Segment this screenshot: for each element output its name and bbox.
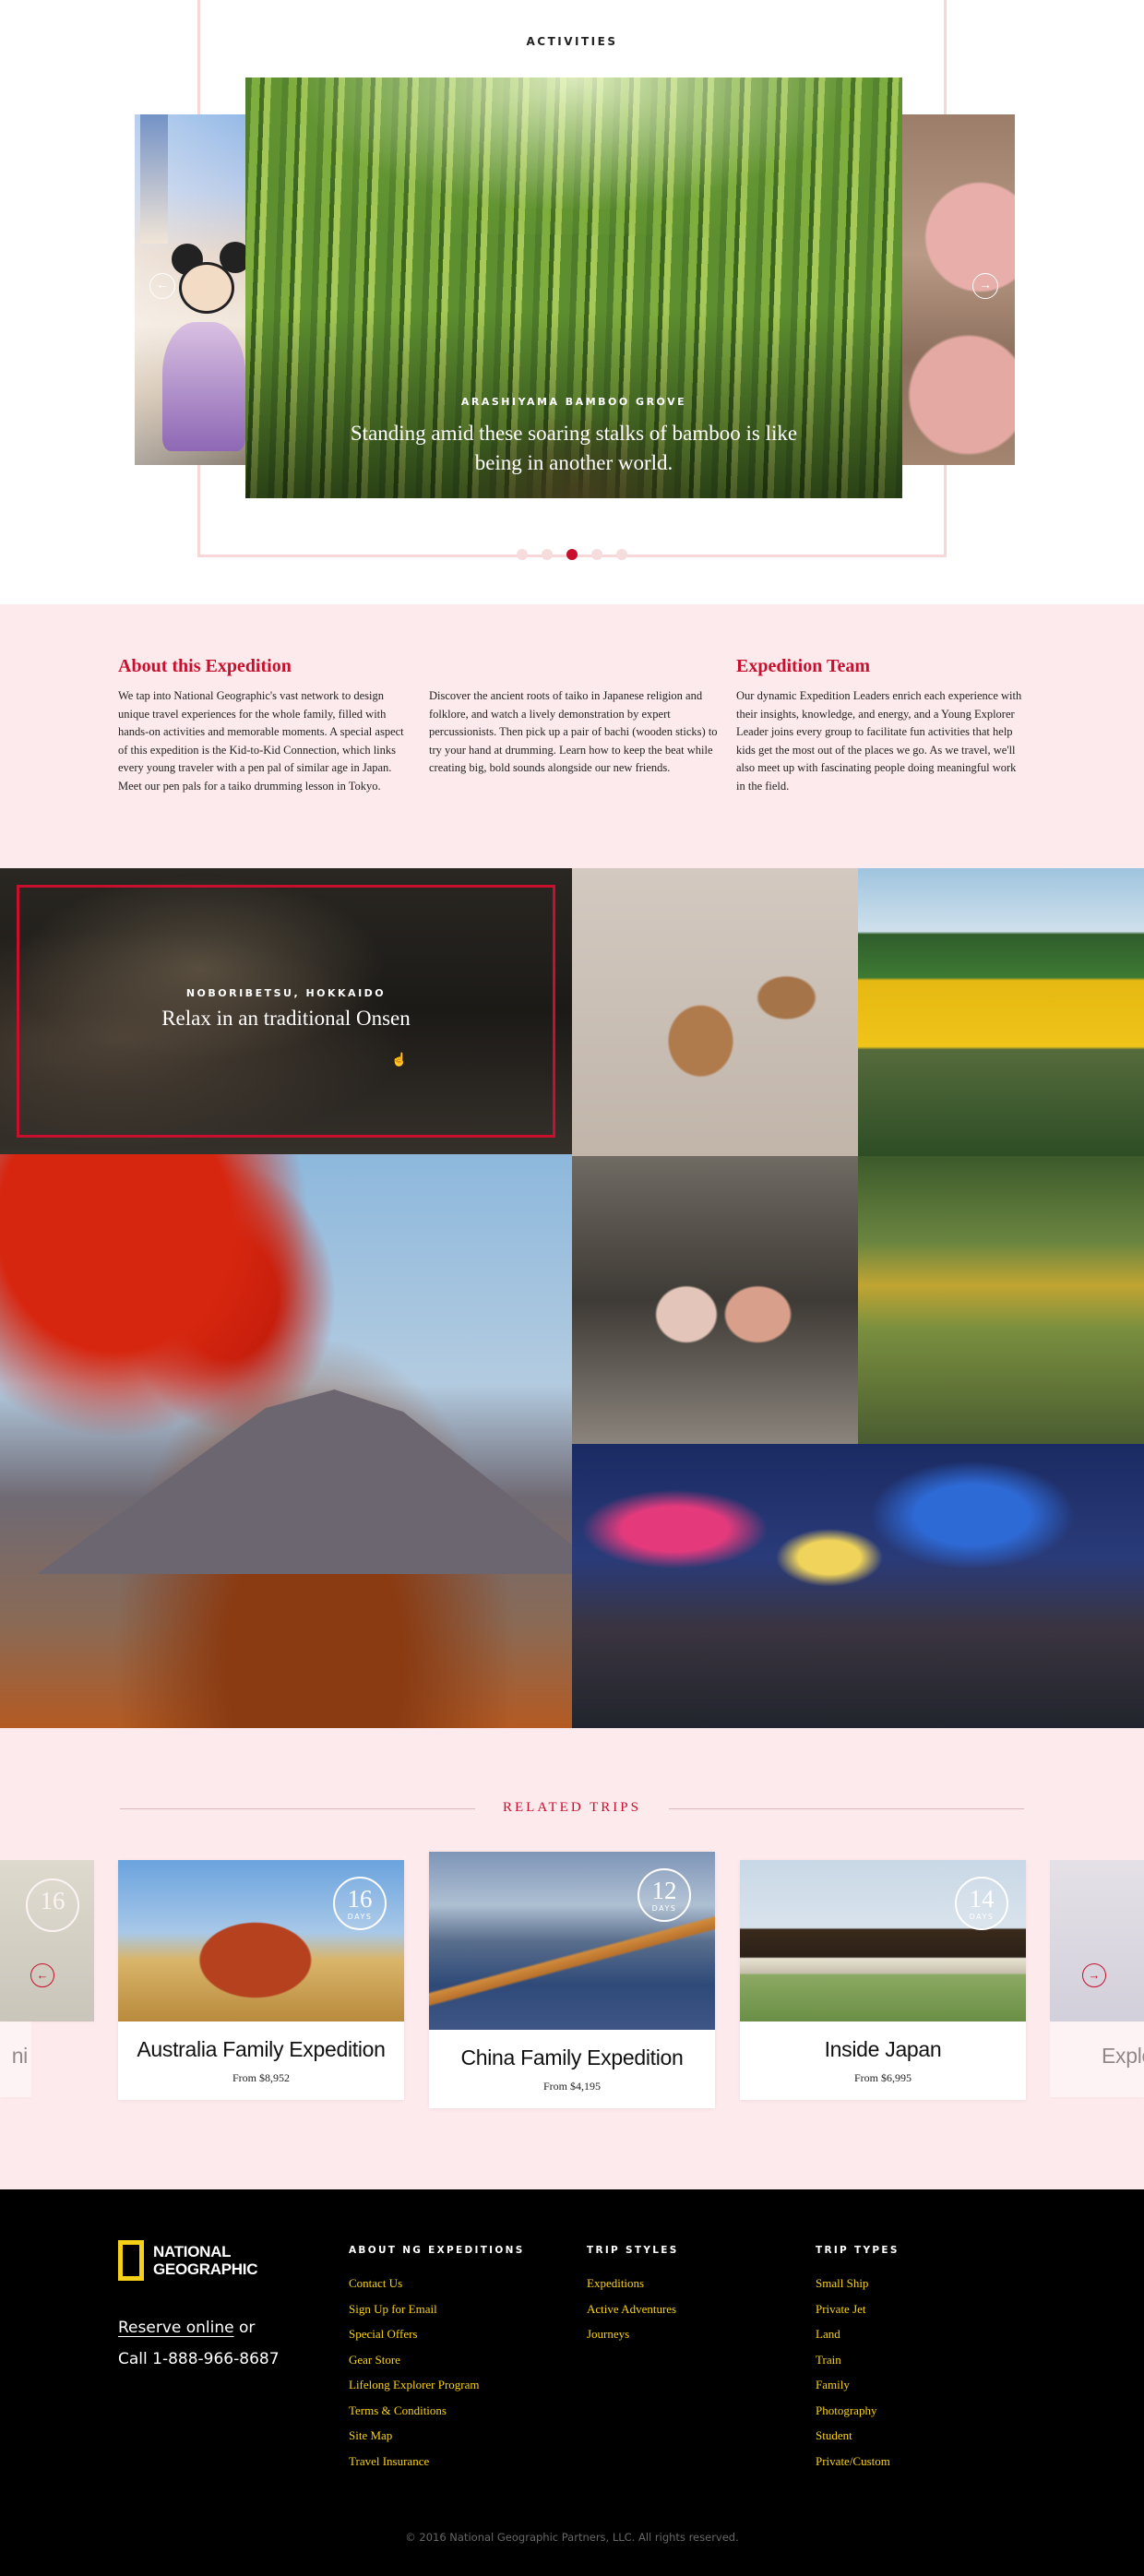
site-footer: NATIONAL GEOGRAPHIC Reserve online or Ca… [0,2189,1144,2576]
arrow-left-icon: ← [156,279,169,292]
gallery-tile-golden-pavilion[interactable] [858,868,1144,1156]
character-head [179,262,234,314]
castle-tower [140,114,168,244]
phone-number[interactable]: Call 1-888-966-8687 [118,2350,280,2368]
related-trips-title: RELATED TRIPS [503,1800,641,1815]
trip-card-australia[interactable]: 16 DAYS Australia Family Expedition From… [118,1860,404,2100]
arrow-left-icon: ← [36,1968,49,1982]
footer-link[interactable]: Student [816,2423,900,2449]
days-badge: 16 [26,1878,79,1932]
trip-card-china[interactable]: 12 DAYS China Family Expedition From $4,… [429,1852,715,2108]
trip-card-ghost-left-body: ni [0,2021,31,2097]
footer-heading: ABOUT NG EXPEDITIONS [349,2245,525,2256]
team-paragraph: Our dynamic Expedition Leaders enrich ea… [736,689,1022,793]
footer-link[interactable]: Expeditions [587,2271,679,2296]
character-dress [162,322,245,451]
gallery-tile-geisha[interactable] [572,1156,858,1444]
reserve-text: Reserve online or [118,2319,256,2337]
footer-col-about: ABOUT NG EXPEDITIONS Contact Us Sign Up … [349,2245,525,2474]
footer-link[interactable]: Land [816,2321,900,2347]
footer-link[interactable]: Private Jet [816,2296,900,2322]
carousel-dot[interactable] [542,549,553,560]
carousel-slide-active[interactable]: ARASHIYAMA BAMBOO GROVE Standing amid th… [245,78,902,498]
carousel-dot[interactable] [591,549,602,560]
natgeo-logo[interactable]: NATIONAL GEOGRAPHIC [118,2240,257,2281]
activities-title: ACTIVITIES [526,35,618,48]
trip-price: From $8,952 [232,2071,290,2084]
gallery-tile-onsen[interactable]: NOBORIBETSU, HOKKAIDO Relax in an tradit… [0,868,572,1154]
gallery-tile-shibuya[interactable] [572,1444,1144,1728]
related-trips-section: RELATED TRIPS 16 ni 16 DAYS Australia Fa… [0,1728,1144,2189]
copyright: © 2016 National Geographic Partners, LLC… [405,2531,739,2544]
trip-name[interactable]: China Family Expedition [429,2045,715,2070]
hand-cursor-icon: ☝ [391,1054,408,1067]
footer-link[interactable]: Contact Us [349,2271,525,2296]
footer-heading: TRIP STYLES [587,2245,679,2256]
arrow-right-icon: → [979,279,992,292]
footer-link[interactable]: Sign Up for Email [349,2296,525,2322]
footer-col-trip-types: TRIP TYPES Small Ship Private Jet Land T… [816,2245,900,2474]
days-badge: 12 DAYS [638,1868,691,1922]
footer-link[interactable]: Site Map [349,2423,525,2449]
trip-price: From $6,995 [853,2071,912,2084]
trip-price: From $4,195 [542,2080,601,2093]
slide-caption: Standing amid these soaring stalks of ba… [350,422,798,474]
footer-link[interactable]: Active Adventures [587,2296,679,2322]
trip-card-japan[interactable]: 14 DAYS Inside Japan From $6,995 [740,1860,1026,2100]
footer-link[interactable]: Gear Store [349,2347,525,2373]
days-badge: 14 DAYS [955,1877,1008,1930]
trip-card-ghost-left[interactable]: 16 [0,1860,94,2021]
yellow-border-icon [118,2240,144,2281]
carousel-dots [0,549,1144,560]
mountain-shape [37,1389,572,1574]
bamboo-canopy [245,78,902,234]
footer-link[interactable]: Photography [816,2398,900,2424]
activities-section: ACTIVITIES ARASHIYAMA BAMBOO GROVE Stand… [0,0,1144,604]
trip-name[interactable]: Inside Japan [740,2037,1026,2062]
photo-gallery: NOBORIBETSU, HOKKAIDO Relax in an tradit… [0,868,1144,1728]
footer-link[interactable]: Family [816,2372,900,2398]
logo-text: NATIONAL GEOGRAPHIC [153,2243,258,2278]
footer-link[interactable]: Journeys [587,2321,679,2347]
footer-link[interactable]: Small Ship [816,2271,900,2296]
carousel-dot[interactable] [517,549,528,560]
footer-link[interactable]: Private/Custom [816,2449,900,2475]
footer-heading: TRIP TYPES [816,2245,900,2256]
trip-card-ghost-right-body: Explo [1050,2021,1144,2097]
about-paragraph-2: Discover the ancient roots of taiko in J… [429,689,718,774]
slide-kicker: ARASHIYAMA BAMBOO GROVE [460,396,687,408]
carousel-dot[interactable] [616,549,627,560]
reserve-online-link[interactable]: Reserve online [118,2319,234,2337]
footer-col-trip-styles: TRIP STYLES Expeditions Active Adventure… [587,2245,679,2347]
trip-name[interactable]: Australia Family Expedition [118,2037,404,2062]
footer-link[interactable]: Special Offers [349,2321,525,2347]
footer-link[interactable]: Travel Insurance [349,2449,525,2475]
about-heading: About this Expedition [118,656,292,676]
footer-link[interactable]: Lifelong Explorer Program [349,2372,525,2398]
about-section: About this Expedition We tap into Nation… [0,604,1144,868]
carousel-prev-button[interactable]: ← [149,273,175,299]
carousel-next-button[interactable]: → [972,273,998,299]
about-paragraph-1: We tap into National Geographic's vast n… [118,689,404,793]
gallery-tile-pond[interactable] [858,1156,1144,1444]
related-next-button[interactable]: → [1082,1963,1106,1987]
related-prev-button[interactable]: ← [30,1963,54,1987]
trip-card-ghost-right[interactable] [1050,1860,1144,2021]
footer-link[interactable]: Terms & Conditions [349,2398,525,2424]
trip-image [1050,1860,1144,2021]
trip-name: Explo [1102,2044,1144,2068]
days-badge: 16 DAYS [333,1877,387,1930]
feature-title: Relax in an traditional Onsen [161,1007,411,1030]
gallery-tile-deer[interactable] [572,868,858,1156]
trip-name: ni [11,2044,29,2068]
feature-kicker: NOBORIBETSU, HOKKAIDO [185,987,387,999]
arrow-right-icon: → [1088,1968,1101,1982]
gallery-tile-mount-fuji[interactable] [0,1154,572,1728]
footer-link[interactable]: Train [816,2347,900,2373]
team-heading: Expedition Team [736,656,871,676]
carousel-dot-active[interactable] [566,549,578,560]
